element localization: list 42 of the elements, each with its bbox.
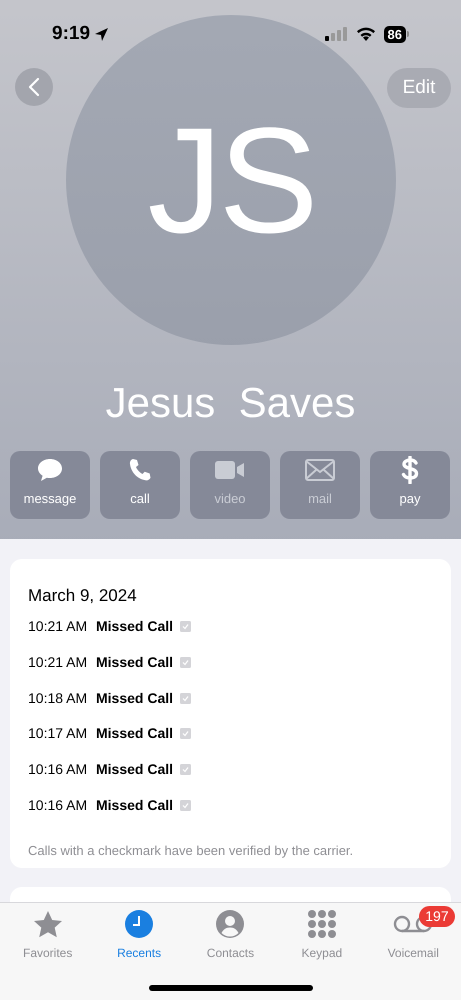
call-time: 10:18 AM — [28, 688, 88, 708]
call-type: Missed Call — [96, 796, 174, 815]
call-time: 10:21 AM — [28, 653, 88, 672]
call-time: 10:16 AM — [28, 760, 88, 780]
wifi-icon — [356, 27, 376, 41]
message-button[interactable]: message — [10, 451, 90, 519]
verification-note: Calls with a checkmark have been verified by the carrier. — [28, 842, 354, 860]
call-time: 10:21 AM — [28, 617, 88, 636]
video-camera-icon — [215, 460, 245, 480]
call-time: 10:16 AM — [28, 796, 88, 815]
dollar-sign-icon — [401, 456, 419, 484]
call-button[interactable]: call — [100, 451, 180, 519]
speech-bubble-icon — [37, 458, 63, 482]
call-type: Missed Call — [96, 653, 174, 672]
chevron-left-icon — [28, 77, 40, 97]
call-type: Missed Call — [96, 617, 174, 636]
back-button[interactable] — [15, 68, 53, 106]
signal-icon — [324, 27, 347, 41]
clock-icon — [125, 910, 154, 938]
envelope-icon — [305, 458, 335, 480]
battery-level: 86 — [384, 26, 406, 42]
call-time: 10:17 AM — [28, 724, 88, 744]
pay-button[interactable]: pay — [370, 451, 450, 519]
edit-button[interactable]: Edit — [387, 68, 451, 108]
tab-item[interactable]: Contacts — [190, 909, 270, 962]
avatar-initials: JS — [147, 105, 315, 255]
tab-item[interactable]: Keypad — [282, 909, 362, 962]
location-arrow-icon — [94, 26, 110, 42]
phone-icon — [128, 458, 152, 482]
person-circle-icon — [216, 910, 244, 938]
tab-item[interactable]: Recents — [99, 909, 180, 962]
call-type: Missed Call — [96, 760, 174, 780]
call-type: Missed Call — [96, 688, 174, 708]
clock: 9:19 — [52, 22, 90, 46]
tab-item[interactable]: Favorites — [8, 909, 88, 962]
keypad-icon — [308, 910, 336, 938]
call-date: March 9, 2024 — [28, 585, 138, 607]
star-icon — [32, 910, 63, 938]
unread-count-badge: 197 — [419, 906, 455, 927]
call-type: Missed Call — [96, 724, 174, 744]
tab-item[interactable]: Voicemail 197 — [373, 909, 454, 962]
contact-name: Jesus Saves — [104, 378, 356, 428]
